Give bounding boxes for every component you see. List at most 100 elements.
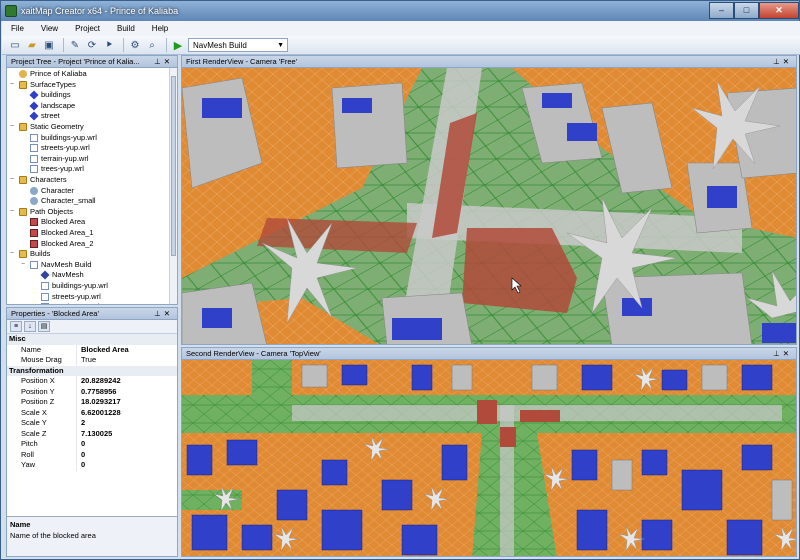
tree-item[interactable]: Blocked Area xyxy=(21,217,85,227)
tree-item-label: NavMesh xyxy=(52,270,84,280)
property-row[interactable]: Mouse Drag True xyxy=(7,355,177,366)
tree-item[interactable]: − Builds xyxy=(10,249,50,259)
tree-item[interactable]: − NavMesh Build xyxy=(21,260,91,270)
property-value[interactable]: 2 xyxy=(77,418,85,429)
topview-scene[interactable] xyxy=(182,360,797,557)
folder-icon xyxy=(19,207,27,216)
second-render-view[interactable]: Second RenderView - Camera 'TopView' ⊥✕ xyxy=(181,347,797,557)
pin-icon[interactable]: ⊥✕ xyxy=(154,308,177,319)
tree-item[interactable]: street xyxy=(21,111,60,121)
menu-file[interactable]: File xyxy=(2,24,32,33)
expand-toggle-icon[interactable]: − xyxy=(10,249,17,259)
tree-item-label: terrain-yup.wrl xyxy=(52,302,100,304)
property-row[interactable]: Yaw 0 xyxy=(7,460,177,471)
tree-item[interactable]: NavMesh xyxy=(32,270,84,280)
menu-build[interactable]: Build xyxy=(108,24,143,33)
tree-item[interactable]: Prince of Kaliaba xyxy=(10,69,87,79)
property-row[interactable]: Pitch 0 xyxy=(7,439,177,450)
categorized-icon[interactable]: ≡ xyxy=(10,321,22,332)
tree-item[interactable]: buildings xyxy=(21,90,71,100)
property-value[interactable]: True xyxy=(77,355,96,366)
tree-item[interactable]: buildings-yup.wrl xyxy=(21,133,97,143)
tree-item[interactable]: − SurfaceTypes xyxy=(10,80,76,90)
property-name: Position X xyxy=(7,376,77,387)
tree-scrollbar[interactable] xyxy=(169,68,177,304)
property-row[interactable]: Position Y 0.7758956 xyxy=(7,386,177,398)
cycle-icon[interactable]: ⟳ xyxy=(85,38,99,52)
description-title: Name xyxy=(10,520,31,529)
property-row[interactable]: Scale X 6.62001228 xyxy=(7,407,177,419)
new-icon[interactable]: ▭ xyxy=(8,38,22,52)
maximize-button[interactable]: □ xyxy=(734,1,759,19)
tree-item-label: Builds xyxy=(30,249,51,259)
tree-item[interactable]: terrain-yup.wrl xyxy=(21,154,89,164)
tree-item[interactable]: streets-yup.wrl xyxy=(32,292,101,302)
minimize-button[interactable]: – xyxy=(709,1,734,19)
play-icon[interactable]: ▶ xyxy=(171,38,185,52)
expand-toggle-icon[interactable]: − xyxy=(10,122,17,132)
open-icon[interactable]: ▰ xyxy=(25,38,39,52)
property-category[interactable]: Transformation xyxy=(7,365,177,376)
tree-item[interactable]: streets-yup.wrl xyxy=(21,143,90,153)
expand-toggle-icon[interactable]: − xyxy=(10,207,17,217)
scroll-thumb[interactable] xyxy=(171,76,176,256)
pin-icon[interactable]: ⊥✕ xyxy=(773,348,796,359)
expand-toggle-icon[interactable]: − xyxy=(10,175,17,185)
tree-item[interactable]: Character xyxy=(21,186,74,196)
property-row[interactable]: Position Z 18.0293217 xyxy=(7,397,177,408)
property-row[interactable]: Position X 20.8289242 xyxy=(7,376,177,387)
menu-view[interactable]: View xyxy=(32,24,66,33)
property-row[interactable]: Scale Y2 xyxy=(7,418,177,429)
property-value[interactable]: 18.0293217 xyxy=(77,397,121,408)
menu-help[interactable]: Help xyxy=(143,24,176,33)
save-icon[interactable]: ▣ xyxy=(42,38,56,52)
property-value[interactable]: Blocked Area xyxy=(77,345,129,356)
blocked-area xyxy=(500,427,516,447)
folder-icon xyxy=(19,176,27,184)
menu-project[interactable]: Project xyxy=(66,24,108,33)
tree-item[interactable]: − Characters xyxy=(10,175,67,185)
property-name: Scale Y xyxy=(7,418,77,429)
property-category[interactable]: Misc xyxy=(7,334,177,345)
property-value[interactable]: 20.8289242 xyxy=(77,376,121,387)
cube-icon xyxy=(29,90,39,100)
red-icon xyxy=(30,229,38,237)
expand-toggle-icon[interactable]: − xyxy=(21,260,28,270)
property-pages-icon[interactable]: ▤ xyxy=(38,321,50,332)
property-value[interactable]: 6.62001228 xyxy=(77,408,121,419)
wrench-icon[interactable]: ✎ xyxy=(68,38,82,52)
tree-item[interactable]: trees-yup.wrl xyxy=(21,164,84,174)
property-value[interactable]: 7.130025 xyxy=(77,429,112,440)
tree-item[interactable]: Blocked Area_1 xyxy=(21,228,94,238)
property-value[interactable]: 0 xyxy=(77,450,85,461)
alphabetical-icon[interactable]: ↓ xyxy=(24,321,36,332)
navmesh-corridor xyxy=(252,360,292,400)
tree-item[interactable]: landscape xyxy=(21,101,75,111)
tree-item[interactable]: Character_small xyxy=(21,196,96,206)
expand-toggle-icon[interactable]: − xyxy=(10,80,17,90)
property-row[interactable]: Roll 0 xyxy=(7,449,177,461)
tree-item[interactable]: − Path Objects xyxy=(10,207,73,217)
zoom-icon[interactable]: ⌕ xyxy=(145,38,159,52)
pin-icon[interactable]: ⊥✕ xyxy=(773,56,796,67)
tree-item[interactable]: terrain-yup.wrl xyxy=(32,302,100,304)
tree-item[interactable]: − Static Geometry xyxy=(10,122,84,132)
property-row[interactable]: Scale Z 7.130025 xyxy=(7,428,177,440)
tree-item-label: NavMesh Build xyxy=(41,259,92,269)
property-name: Name xyxy=(7,344,77,355)
property-row[interactable]: Name Blocked Area xyxy=(7,344,177,356)
run-icon[interactable]: ⯈ xyxy=(102,38,116,52)
perspective-scene[interactable] xyxy=(182,68,797,345)
first-render-view[interactable]: First RenderView - Camera 'Free' ⊥✕ xyxy=(181,55,797,345)
property-value[interactable]: 0 xyxy=(77,460,85,471)
pin-icon[interactable]: ⊥✕ xyxy=(154,56,177,67)
build-select[interactable]: NavMesh Build ▼ xyxy=(188,38,288,52)
tree-item[interactable]: buildings-yup.wrl xyxy=(32,281,108,291)
settings-icon[interactable]: ⚙ xyxy=(128,38,142,52)
red-icon xyxy=(30,218,38,227)
toolbar: ▭ ▰ ▣ ✎ ⟳ ⯈ ⚙ ⌕ ▶ NavMesh Build ▼ xyxy=(2,36,800,55)
tree-item[interactable]: Blocked Area_2 xyxy=(21,239,94,249)
property-value[interactable]: 0 xyxy=(77,439,85,450)
property-value[interactable]: 0.7758956 xyxy=(77,387,116,398)
close-button[interactable]: ✕ xyxy=(759,1,799,19)
